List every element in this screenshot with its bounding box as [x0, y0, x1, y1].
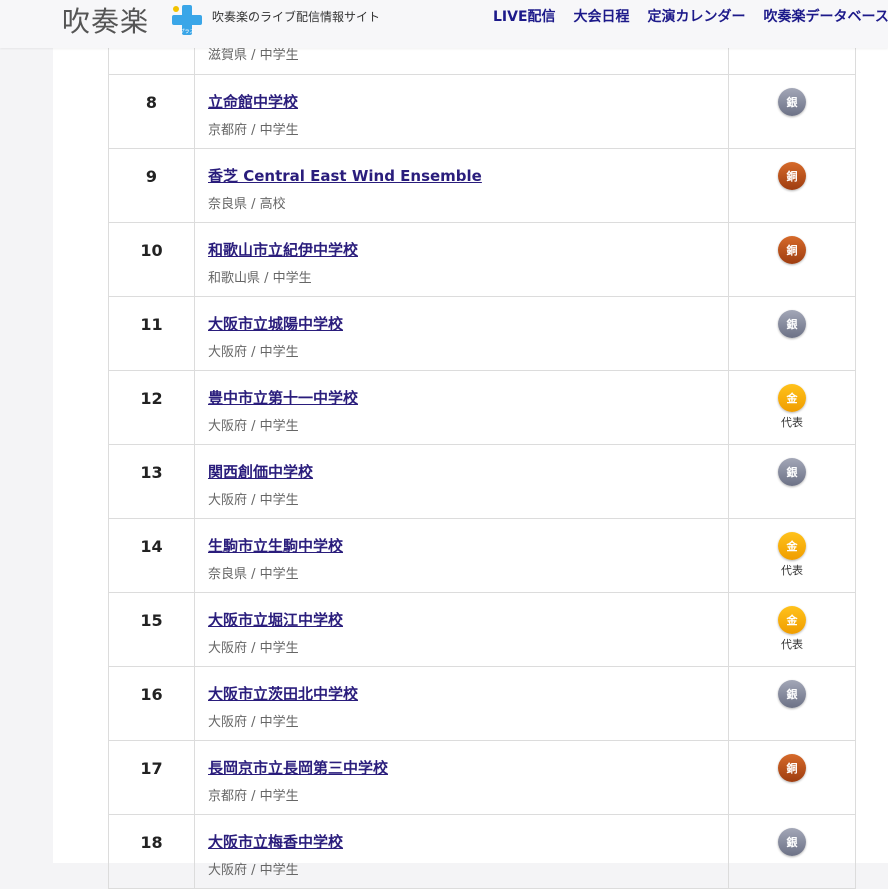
- school-link[interactable]: 大阪市立堀江中学校: [208, 609, 343, 630]
- school-link[interactable]: 大阪市立城陽中学校: [208, 313, 343, 334]
- school-meta: 大阪府 / 中学生: [208, 715, 299, 730]
- nav-live[interactable]: LIVE配信: [493, 6, 556, 26]
- school-cell: 立命館中学校京都府 / 中学生: [194, 74, 729, 149]
- school-meta: 大阪府 / 中学生: [208, 345, 299, 360]
- school-cell: 豊中市立第十一中学校大阪府 / 中学生: [194, 370, 729, 445]
- school-meta: 奈良県 / 中学生: [208, 567, 299, 582]
- representative-label: 代表: [781, 638, 803, 651]
- school-meta: 和歌山県 / 中学生: [208, 271, 312, 286]
- school-meta: 奈良県 / 高校: [208, 197, 286, 212]
- table-row: 17 長岡京市立長岡第三中学校 京都府 / 中学生銅: [108, 740, 856, 815]
- award-cell: 銅: [728, 740, 856, 815]
- table-row: 14 生駒市立生駒中学校 奈良県 / 中学生金代表: [108, 518, 856, 593]
- school-cell: 長岡京市立長岡第三中学校京都府 / 中学生: [194, 740, 729, 815]
- school-cell: 香芝 Central East Wind Ensemble 奈良県 / 高校: [194, 148, 729, 223]
- school-meta: 大阪府 / 中学生: [208, 419, 299, 434]
- table-row: 16 大阪市立茨田北中学校 大阪府 / 中学生銀: [108, 666, 856, 741]
- school-link[interactable]: 関西創価中学校: [208, 461, 313, 482]
- school-link[interactable]: 和歌山市立紀伊中学校: [208, 239, 358, 260]
- representative-label: 代表: [781, 416, 803, 429]
- school-cell: 大阪市立茨田北中学校大阪府 / 中学生: [194, 666, 729, 741]
- award-cell: 銀: [728, 74, 856, 149]
- award-badge-silver: 銀: [778, 680, 806, 708]
- content-page: 滋賀県 / 中学生 8 立命館中学校 京都府 / 中学生銀 9 香芝 Central Ea…: [53, 0, 888, 889]
- school-meta: 京都府 / 中学生: [208, 789, 299, 804]
- table-row: 11 大阪市立城陽中学校 大阪府 / 中学生銀: [108, 296, 856, 371]
- award-badge-silver: 銀: [778, 828, 806, 856]
- nav-concert-calendar[interactable]: 定演カレンダー: [648, 6, 746, 26]
- table-row: 9 香芝 Central East Wind Ensemble 奈良県 / 高校 銅: [108, 148, 856, 223]
- table-row: 18 大阪市立梅香中学校 大阪府 / 中学生銀: [108, 814, 856, 889]
- award-badge-gold: 金: [778, 606, 806, 634]
- representative-label: 代表: [781, 564, 803, 577]
- school-link[interactable]: 豊中市立第十一中学校: [208, 387, 358, 408]
- site-logo[interactable]: 吹奏楽: [62, 2, 149, 38]
- school-cell: 関西創価中学校大阪府 / 中学生: [194, 444, 729, 519]
- school-link[interactable]: 生駒市立生駒中学校: [208, 535, 343, 556]
- logo-plus-small-text: プラス: [180, 29, 195, 35]
- table-row: 13 関西創価中学校 大阪府 / 中学生銀: [108, 444, 856, 519]
- award-cell: 銅: [728, 222, 856, 297]
- rank-cell: 18: [108, 814, 195, 889]
- award-cell: 銀: [728, 666, 856, 741]
- nav-schedule[interactable]: 大会日程: [574, 6, 630, 26]
- award-badge-silver: 銀: [778, 458, 806, 486]
- school-link[interactable]: 長岡京市立長岡第三中学校: [208, 757, 388, 778]
- rank-cell: 9: [108, 148, 195, 223]
- award-badge-bronze: 銅: [778, 754, 806, 782]
- school-cell: 大阪市立城陽中学校大阪府 / 中学生: [194, 296, 729, 371]
- award-badge-bronze: 銅: [778, 236, 806, 264]
- school-meta: 京都府 / 中学生: [208, 123, 299, 138]
- rank-cell: 10: [108, 222, 195, 297]
- site-tagline: 吹奏楽のライブ配信情報サイト: [212, 10, 381, 24]
- school-cell: 大阪市立梅香中学校大阪府 / 中学生: [194, 814, 729, 889]
- school-link[interactable]: 大阪市立茨田北中学校: [208, 683, 358, 704]
- nav-database[interactable]: 吹奏楽データベース: [764, 6, 888, 26]
- school-link[interactable]: 立命館中学校: [208, 91, 298, 112]
- award-badge-gold: 金: [778, 384, 806, 412]
- rank-cell: 8: [108, 74, 195, 149]
- award-cell: 金代表: [728, 370, 856, 445]
- rank-cell: 15: [108, 592, 195, 667]
- award-cell: 銀: [728, 296, 856, 371]
- award-cell: 金代表: [728, 518, 856, 593]
- award-cell: 銅: [728, 148, 856, 223]
- school-cell: 生駒市立生駒中学校奈良県 / 中学生: [194, 518, 729, 593]
- rank-cell: 17: [108, 740, 195, 815]
- table-row: 15 大阪市立堀江中学校 大阪府 / 中学生金代表: [108, 592, 856, 667]
- rank-cell: 16: [108, 666, 195, 741]
- rank-cell: 13: [108, 444, 195, 519]
- school-cell: 大阪市立堀江中学校大阪府 / 中学生: [194, 592, 729, 667]
- award-badge-bronze: 銅: [778, 162, 806, 190]
- award-cell: 銀: [728, 814, 856, 889]
- school-link[interactable]: 大阪市立梅香中学校: [208, 831, 343, 852]
- logo-text: 吹奏楽: [62, 5, 150, 38]
- school-link[interactable]: 香芝 Central East Wind Ensemble: [208, 165, 482, 186]
- award-cell: 銀: [728, 444, 856, 519]
- table-row: 10 和歌山市立紀伊中学校 和歌山県 / 中学生銅: [108, 222, 856, 297]
- rank-cell: 14: [108, 518, 195, 593]
- school-meta: 大阪府 / 中学生: [208, 863, 299, 878]
- award-badge-silver: 銀: [778, 88, 806, 116]
- main-nav: LIVE配信 大会日程 定演カレンダー 吹奏楽データベース: [493, 6, 888, 26]
- logo-plus-icon: プラス: [172, 5, 202, 35]
- award-cell: 金代表: [728, 592, 856, 667]
- rank-cell: 11: [108, 296, 195, 371]
- site-header: 吹奏楽 プラス 吹奏楽のライブ配信情報サイト LIVE配信 大会日程 定演カレン…: [0, 0, 888, 48]
- table-row: 12 豊中市立第十一中学校 大阪府 / 中学生金代表: [108, 370, 856, 445]
- school-meta: 大阪府 / 中学生: [208, 641, 299, 656]
- award-badge-gold: 金: [778, 532, 806, 560]
- results-table: 滋賀県 / 中学生 8 立命館中学校 京都府 / 中学生銀 9 香芝 Central Ea…: [108, 0, 856, 889]
- award-badge-silver: 銀: [778, 310, 806, 338]
- table-row: 8 立命館中学校 京都府 / 中学生銀: [108, 74, 856, 149]
- school-cell: 和歌山市立紀伊中学校和歌山県 / 中学生: [194, 222, 729, 297]
- school-meta: 大阪府 / 中学生: [208, 493, 299, 508]
- rank-cell: 12: [108, 370, 195, 445]
